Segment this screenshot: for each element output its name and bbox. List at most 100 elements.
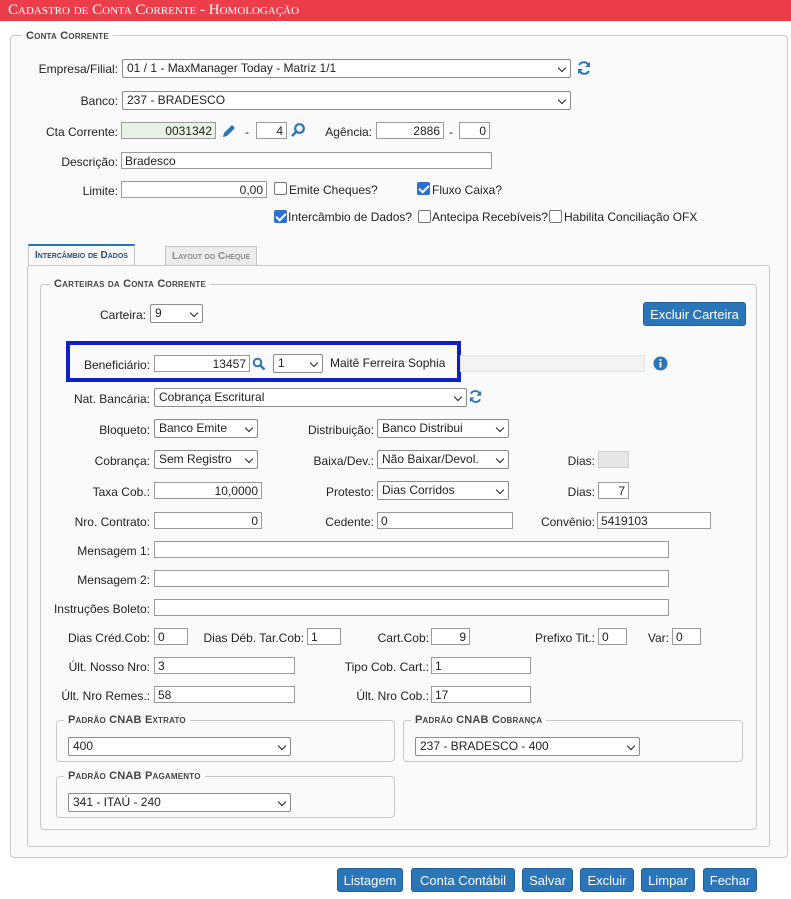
- ult-remes-input[interactable]: 58: [154, 686, 295, 703]
- mensagem1-input[interactable]: [154, 541, 669, 558]
- banco-label: Banco:: [80, 94, 118, 108]
- fluxo-caixa-label: Fluxo Caixa?: [432, 183, 503, 197]
- protesto-select[interactable]: Dias Corridos: [377, 481, 509, 500]
- instrucoes-label: Instruções Boleto:: [53, 602, 150, 616]
- nat-bancaria-label: Nat. Bancária:: [73, 392, 150, 406]
- conta-corrente-legend: Conta Corrente: [22, 30, 113, 42]
- distribuicao-label: Distribuição:: [307, 423, 374, 437]
- window-title: Cadastro de Conta Corrente - Homologação: [0, 0, 791, 21]
- cnab-extrato-legend: Padrão CNAB Extrato: [64, 714, 190, 726]
- fechar-button[interactable]: Fechar: [703, 868, 757, 892]
- carteiras-legend: Carteiras da Conta Corrente: [50, 278, 211, 290]
- cnab-pagamento-select[interactable]: 341 - ITAÚ - 240: [68, 793, 291, 812]
- tipo-cob-label: Tipo Cob. Cart.:: [344, 660, 429, 674]
- ult-nosso-label: Últ. Nosso Nro:: [68, 660, 150, 674]
- cnab-cobranca-select[interactable]: 237 - BRADESCO - 400: [415, 737, 640, 756]
- conta-contabil-button[interactable]: Conta Contábil: [411, 868, 515, 892]
- dias-deb-input[interactable]: 1: [307, 628, 341, 645]
- conciliacao-checkbox[interactable]: [549, 210, 562, 223]
- excluir-carteira-button[interactable]: Excluir Carteira: [643, 302, 746, 326]
- prefixo-label: Prefixo Tit.:: [534, 631, 595, 645]
- fluxo-caixa-checkbox[interactable]: [417, 182, 430, 195]
- cnab-extrato-select[interactable]: 400: [68, 737, 291, 756]
- search-icon[interactable]: [290, 122, 306, 138]
- dias-deb-label: Dias Déb. Tar.Cob:: [203, 631, 305, 645]
- mensagem2-input[interactable]: [154, 570, 669, 587]
- pencil-icon[interactable]: [220, 122, 238, 140]
- cta-corrente-input[interactable]: 0031342: [121, 122, 216, 139]
- emite-cheques-label: Emite Cheques?: [289, 183, 378, 197]
- excluir-button[interactable]: Excluir: [580, 868, 634, 892]
- limite-label: Limite:: [82, 184, 118, 198]
- dias-label: Dias:: [567, 454, 595, 468]
- carteira-label: Carteira:: [99, 308, 146, 322]
- banco-select[interactable]: 237 - BRADESCO: [122, 91, 571, 110]
- cobranca-select[interactable]: Sem Registro: [154, 450, 258, 469]
- nro-contrato-input[interactable]: 0: [154, 512, 262, 529]
- distribuicao-select[interactable]: Banco Distribui: [377, 419, 509, 438]
- empresa-label: Empresa/Filial:: [38, 62, 118, 76]
- descricao-label: Descrição:: [61, 155, 118, 169]
- tab-layout-cheque[interactable]: Layout do Cheque: [165, 246, 258, 266]
- cedente-label: Cedente:: [325, 515, 374, 529]
- taxa-label: Taxa Cob.:: [92, 485, 150, 499]
- baixa-label: Baixa/Dev.:: [313, 454, 374, 468]
- beneficiario-name-field: [460, 355, 645, 372]
- bloqueto-select[interactable]: Banco Emite: [154, 419, 258, 438]
- cart-cob-label: Cart.Cob:: [377, 631, 429, 645]
- conciliacao-label: Habilita Conciliação OFX: [564, 210, 698, 224]
- ult-nosso-input[interactable]: 3: [154, 657, 295, 674]
- var-input[interactable]: 0: [672, 628, 701, 645]
- limite-input[interactable]: 0,00: [121, 181, 267, 198]
- agencia-digit-input[interactable]: 0: [459, 122, 490, 139]
- bloqueto-label: Bloqueto:: [99, 423, 150, 437]
- carteira-select[interactable]: 9: [150, 304, 203, 323]
- limpar-button[interactable]: Limpar: [641, 868, 695, 892]
- nat-bancaria-select[interactable]: Cobrança Escritural: [154, 388, 467, 407]
- convenio-input[interactable]: 5419103: [597, 512, 711, 529]
- agencia-input[interactable]: 2886: [376, 122, 444, 139]
- cnab-cobranca-legend: Padrão CNAB Cobrança: [411, 714, 547, 726]
- cart-cob-input[interactable]: 9: [431, 628, 470, 645]
- nro-contrato-label: Nro. Contrato:: [74, 515, 150, 529]
- agencia-label: Agência:: [325, 125, 372, 139]
- prefixo-input[interactable]: 0: [598, 628, 627, 645]
- tipo-cob-input[interactable]: 1: [431, 657, 531, 674]
- descricao-input[interactable]: Bradesco: [121, 152, 492, 169]
- var-label: Var:: [647, 631, 669, 645]
- emite-cheques-checkbox[interactable]: [274, 182, 287, 195]
- cta-digit-input[interactable]: 4: [256, 122, 287, 139]
- salvar-button[interactable]: Salvar: [522, 868, 573, 892]
- instrucoes-input[interactable]: [154, 599, 669, 616]
- beneficiario-label: Beneficiário:: [83, 358, 150, 372]
- ult-cob-input[interactable]: 17: [431, 686, 531, 703]
- convenio-label: Convênio:: [540, 515, 595, 529]
- protesto-label: Protesto:: [325, 485, 374, 499]
- cnab-pagamento-legend: Padrão CNAB Pagamento: [64, 770, 205, 782]
- refresh-icon[interactable]: [576, 60, 592, 76]
- cta-corrente-label: Cta Corrente:: [45, 125, 118, 139]
- dias-cred-input[interactable]: 0: [154, 628, 188, 645]
- antecipa-label: Antecipa Recebíveis?: [432, 210, 549, 224]
- beneficiario-code-input[interactable]: 13457: [154, 355, 250, 372]
- info-icon[interactable]: [653, 356, 668, 371]
- dias-cred-label: Dias Créd.Cob:: [67, 631, 150, 645]
- antecipa-checkbox[interactable]: [418, 210, 431, 223]
- baixa-select[interactable]: Não Baixar/Devol.: [377, 450, 509, 469]
- intercambio-label: Intercâmbio de Dados?: [288, 210, 413, 224]
- beneficiario-seq-select[interactable]: 1: [273, 354, 323, 373]
- intercambio-checkbox[interactable]: [274, 210, 287, 223]
- refresh-icon[interactable]: [468, 389, 483, 404]
- dias-input: [598, 451, 629, 468]
- mensagem2-label: Mensagem 2:: [77, 573, 150, 587]
- ult-remes-label: Últ. Nro Remes.:: [61, 689, 150, 703]
- search-icon[interactable]: [252, 357, 266, 371]
- taxa-input[interactable]: 10,0000: [154, 482, 262, 499]
- listagem-button[interactable]: Listagem: [337, 868, 403, 892]
- dias-protesto-input[interactable]: 7: [598, 482, 629, 499]
- agencia-dash: -: [449, 125, 453, 139]
- empresa-select[interactable]: 01 / 1 - MaxManager Today - Matriz 1/1: [122, 59, 571, 78]
- cta-dash: -: [245, 125, 249, 139]
- tab-intercambio[interactable]: Intercâmbio de Dados: [28, 244, 135, 266]
- cedente-input[interactable]: 0: [377, 512, 513, 529]
